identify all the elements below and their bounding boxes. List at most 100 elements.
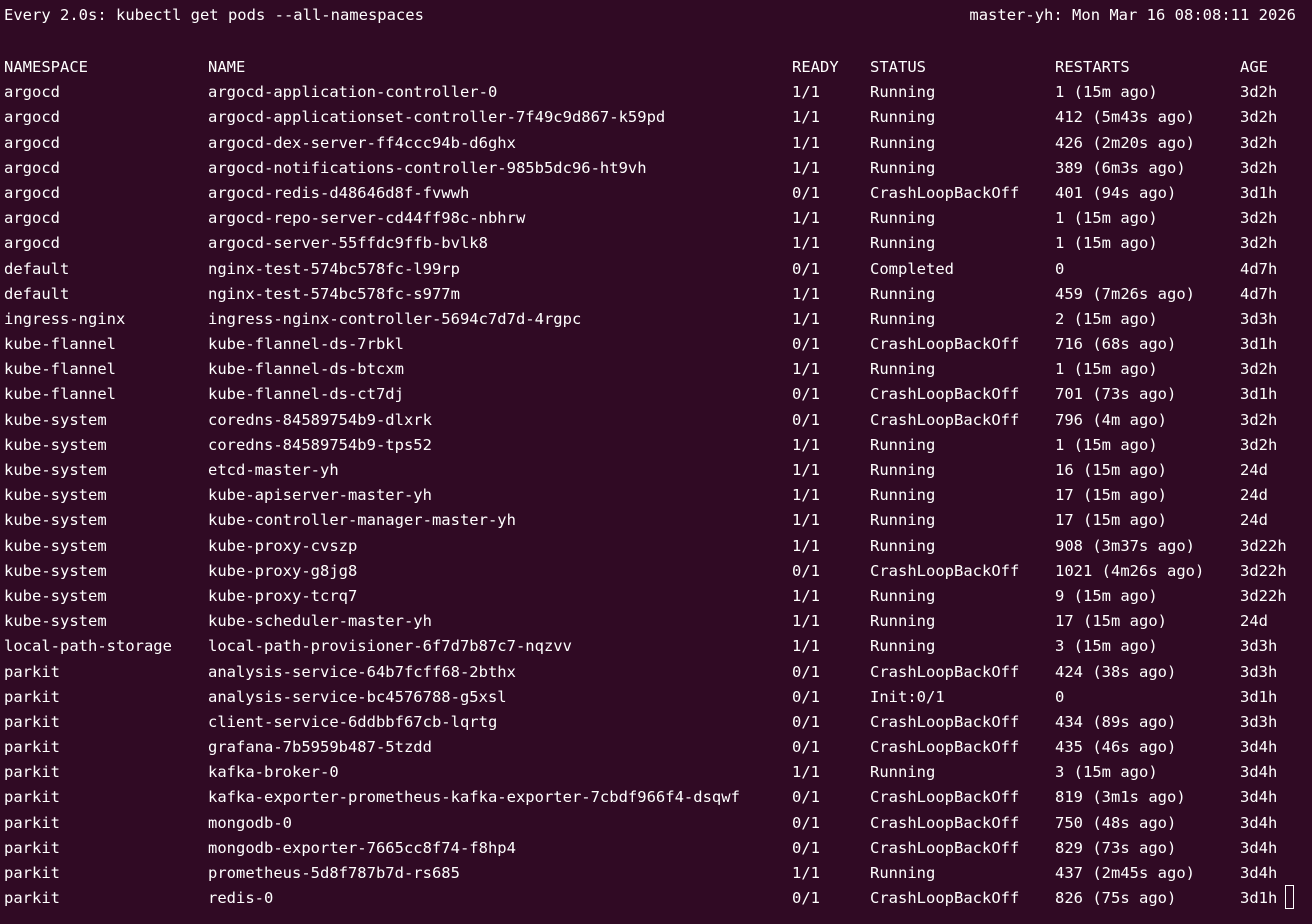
cell-restarts: 3 (15m ago) (1055, 763, 1158, 782)
table-row: local-path-storage local-path-provisioner… (4, 634, 1304, 659)
table-row: parkit analysis-service-bc4576788-g5xsl 0/… (4, 685, 1304, 710)
cell-namespace: kube-system (4, 561, 107, 580)
cell-name: kafka-broker-0 (208, 763, 339, 782)
cell-namespace: argocd (4, 83, 60, 102)
cell-ready: 1/1 (792, 586, 820, 605)
cell-restarts: 434 (89s ago) (1055, 712, 1177, 731)
cell-status: Running (870, 486, 936, 505)
cell-namespace: kube-system (4, 586, 107, 605)
cell-status: Running (870, 511, 936, 530)
cell-name: argocd-dex-server-ff4ccc94b-d6ghx (208, 133, 516, 152)
cell-restarts: 0 (1055, 687, 1065, 706)
cell-age: 24d (1240, 511, 1268, 530)
cell-status: Running (870, 763, 936, 782)
cell-age: 3d4h (1240, 763, 1278, 782)
cell-age: 3d2h (1240, 133, 1278, 152)
cell-restarts: 1 (15m ago) (1055, 234, 1158, 253)
cell-name: redis-0 (208, 889, 274, 908)
cell-namespace: parkit (4, 712, 60, 731)
cell-restarts: 426 (2m20s ago) (1055, 133, 1195, 152)
cell-age: 3d3h (1240, 637, 1278, 656)
cell-restarts: 716 (68s ago) (1055, 335, 1177, 354)
cell-ready: 1/1 (792, 234, 820, 253)
cell-namespace: argocd (4, 234, 60, 253)
cell-status: Running (870, 133, 936, 152)
cell-namespace: kube-system (4, 536, 107, 555)
cell-restarts: 1 (15m ago) (1055, 435, 1158, 454)
cell-name: kube-scheduler-master-yh (208, 612, 432, 631)
cell-age: 3d1h (1240, 335, 1278, 354)
cell-namespace: parkit (4, 838, 60, 857)
cell-ready: 0/1 (792, 788, 820, 807)
cell-age: 3d1h (1240, 183, 1278, 202)
cell-namespace: argocd (4, 209, 60, 228)
cell-restarts: 1021 (4m26s ago) (1055, 561, 1205, 580)
cell-status: Running (870, 461, 936, 479)
cell-age: 3d2h (1240, 234, 1278, 253)
cell-restarts: 819 (3m1s ago) (1055, 788, 1186, 807)
cell-ready: 0/1 (792, 335, 820, 354)
cell-age: 3d2h (1240, 410, 1278, 429)
cell-restarts: 829 (73s ago) (1055, 838, 1177, 857)
table-row: default nginx-test-574bc578fc-s977m 1/1 Run… (4, 282, 1304, 307)
table-row: kube-flannel kube-flannel-ds-btcxm 1/1 Runn… (4, 357, 1304, 382)
cell-status: CrashLoopBackOff (870, 889, 1020, 908)
cell-status: CrashLoopBackOff (870, 410, 1020, 429)
table-row: kube-system etcd-master-yh 1/1 Running 16 (1… (4, 458, 1304, 483)
cell-namespace: kube-system (4, 435, 107, 454)
cell-status: Completed (870, 259, 954, 278)
cell-ready: 0/1 (792, 385, 820, 404)
cell-name: argocd-repo-server-cd44ff98c-nbhrw (208, 209, 526, 228)
cell-age: 3d2h (1240, 158, 1278, 177)
cell-ready: 1/1 (792, 864, 820, 882)
cell-age: 3d2h (1240, 83, 1278, 102)
table-row: kube-system kube-scheduler-master-yh 1/1 Ru… (4, 609, 1304, 634)
cell-name: coredns-84589754b9-dlxrk (208, 410, 432, 429)
cell-name: argocd-redis-d48646d8f-fvwwh (208, 183, 470, 202)
cell-name: nginx-test-574bc578fc-l99rp (208, 259, 460, 278)
table-row: argocd argocd-applicationset-controller-7… (4, 105, 1304, 130)
cell-name: argocd-application-controller-0 (208, 83, 498, 102)
table-row: argocd argocd-application-controller-0 1/1… (4, 80, 1304, 105)
cell-restarts: 459 (7m26s ago) (1055, 284, 1195, 303)
cell-namespace: kube-system (4, 486, 107, 505)
cell-name: etcd-master-yh (208, 461, 339, 479)
cell-age: 24d (1240, 461, 1268, 479)
cell-ready: 1/1 (792, 309, 820, 328)
cell-age: 3d3h (1240, 712, 1278, 731)
cell-ready: 1/1 (792, 511, 820, 530)
cell-name: local-path-provisioner-6f7d7b87c7-nqzvv (208, 637, 572, 656)
cell-age: 4d7h (1240, 259, 1278, 278)
cell-status: Running (870, 234, 936, 253)
watch-header: Every 2.0s: kubectl get pods --all-names… (4, 6, 1296, 28)
cell-ready: 0/1 (792, 410, 820, 429)
cell-restarts: 1 (15m ago) (1055, 83, 1158, 102)
cell-ready: 1/1 (792, 284, 820, 303)
cell-restarts: 1 (15m ago) (1055, 209, 1158, 228)
table-row: kube-flannel kube-flannel-ds-ct7dj 0/1 Cras… (4, 382, 1304, 407)
cell-name: kube-proxy-tcrq7 (208, 586, 358, 605)
cell-ready: 0/1 (792, 712, 820, 731)
cell-namespace: local-path-storage (4, 637, 172, 656)
table-row: argocd argocd-notifications-controller-98… (4, 156, 1304, 181)
cell-age: 3d4h (1240, 864, 1278, 882)
cell-name: argocd-server-55ffdc9ffb-bvlk8 (208, 234, 488, 253)
cell-status: Running (870, 83, 936, 102)
cell-ready: 0/1 (792, 687, 820, 706)
cell-ready: 1/1 (792, 763, 820, 782)
terminal-cursor (1285, 884, 1295, 909)
cell-namespace: parkit (4, 687, 60, 706)
cell-name: argocd-notifications-controller-985b5dc9… (208, 158, 647, 177)
cell-ready: 0/1 (792, 889, 820, 908)
cell-ready: 0/1 (792, 738, 820, 757)
table-header-row: NAMESPACE NAME READY STATUS RESTARTS AGE (4, 55, 1304, 80)
cell-age: 3d22h (1240, 536, 1287, 555)
cell-restarts: 435 (46s ago) (1055, 738, 1177, 757)
cell-status: Running (870, 108, 936, 127)
cell-name: kube-proxy-g8jg8 (208, 561, 358, 580)
cell-namespace: kube-flannel (4, 360, 116, 379)
cell-namespace: argocd (4, 133, 60, 152)
cell-status: Running (870, 158, 936, 177)
cell-age: 3d4h (1240, 813, 1278, 832)
table-row: kube-system coredns-84589754b9-tps52 1/1 Ru… (4, 433, 1304, 458)
